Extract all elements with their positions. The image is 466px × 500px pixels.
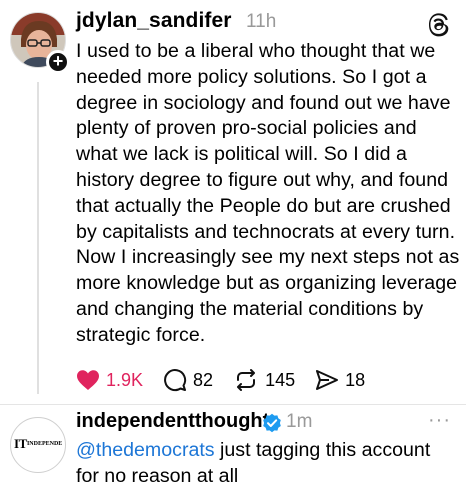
share-button[interactable]: 18 — [315, 368, 365, 392]
independent-thought-logo: ITINDEPENDE — [14, 436, 63, 451]
post-actions: 1.9K 82 145 18 — [76, 367, 385, 393]
send-icon — [316, 370, 339, 390]
repost-icon — [237, 369, 256, 391]
post-text: I used to be a liberal who thought that … — [76, 40, 460, 346]
mention-link[interactable]: @thedemocrats — [76, 439, 215, 461]
threads-logo-icon — [429, 13, 449, 37]
thread-post: + jdylan_sandifer 11h I used to be a lib… — [0, 0, 466, 404]
thread-line — [37, 82, 39, 394]
verified-badge-icon — [263, 413, 281, 433]
reply-button[interactable]: 82 — [163, 368, 213, 392]
repost-count: 145 — [265, 369, 296, 390]
more-options-icon[interactable]: ··· — [428, 409, 451, 432]
reply-username[interactable]: independentthought — [76, 410, 269, 433]
share-count: 18 — [345, 369, 366, 390]
repost-button[interactable]: 145 — [233, 368, 295, 392]
reply-count: 82 — [193, 369, 214, 390]
comment-icon — [164, 369, 187, 392]
like-button[interactable]: 1.9K — [76, 369, 143, 391]
heart-icon — [77, 370, 99, 390]
like-count: 1.9K — [106, 369, 144, 390]
reply-post: ITINDEPENDE independentthought 1m ··· @t… — [0, 405, 466, 500]
reply-timestamp: 1m — [286, 411, 313, 432]
reply-avatar[interactable]: ITINDEPENDE — [10, 417, 66, 473]
post-username[interactable]: jdylan_sandifer — [76, 9, 232, 33]
reply-text: @thedemocrats just tagging this account … — [76, 438, 456, 490]
post-timestamp: 11h — [246, 11, 277, 32]
follow-plus-button[interactable]: + — [46, 50, 70, 74]
